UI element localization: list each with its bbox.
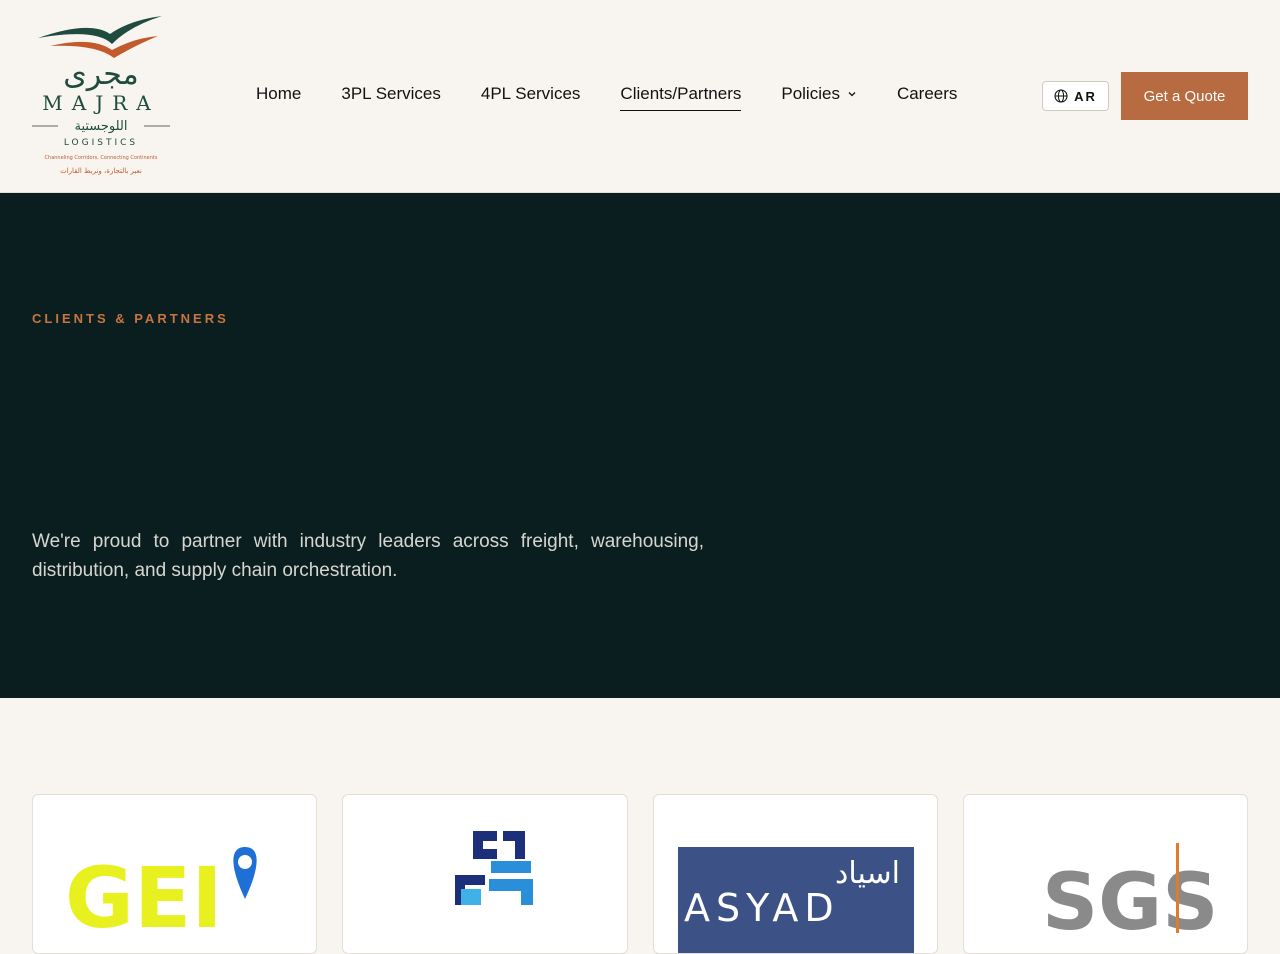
svg-text:مجرى: مجرى <box>63 57 138 92</box>
nav-home[interactable]: Home <box>256 84 301 111</box>
main-nav: Home 3PL Services 4PL Services Clients/P… <box>236 82 977 112</box>
nav-careers[interactable]: Careers <box>897 84 957 111</box>
site-header: مجرى MAJRA اللوجستية LOGISTICS Channelin… <box>0 0 1280 193</box>
partner-card-mhd[interactable] <box>342 794 628 954</box>
nav-4pl-label: 4PL Services <box>480 83 581 103</box>
language-label: AR <box>1074 88 1097 104</box>
gei-logo: GEI <box>65 847 257 947</box>
nav-home-label: Home <box>256 83 302 103</box>
get-quote-label: Get a Quote <box>1143 87 1226 105</box>
hero-section: CLIENTS & PARTNERS We're proud to partne… <box>0 193 1280 698</box>
language-toggle-button[interactable]: AR <box>1042 81 1109 111</box>
hero-eyebrow: CLIENTS & PARTNERS <box>32 311 229 326</box>
mhd-mark-icon <box>455 831 534 905</box>
globe-icon <box>1054 89 1068 103</box>
nav-careers-label: Careers <box>896 83 958 103</box>
nav-3pl-label: 3PL Services <box>341 83 441 103</box>
svg-text:اسياد: اسياد <box>834 856 899 891</box>
svg-text:نعبر بالتجارة، ونربط القارات: نعبر بالتجارة، ونربط القارات <box>60 167 142 175</box>
nav-clients-partners[interactable]: Clients/Partners <box>620 83 742 111</box>
asyad-logo: اسياد ASYAD <box>677 847 914 953</box>
svg-text:SGS: SGS <box>1042 858 1218 948</box>
chevron-down-icon <box>848 91 856 96</box>
location-pin-icon <box>233 847 257 899</box>
partner-card-asyad[interactable]: اسياد ASYAD <box>652 794 938 954</box>
partner-card-sgs[interactable]: SGS <box>962 794 1248 954</box>
nav-policies-label: Policies <box>781 83 840 103</box>
svg-text:ASYAD: ASYAD <box>684 886 840 930</box>
nav-policies[interactable]: Policies <box>781 84 857 111</box>
svg-text:LOGISTICS: LOGISTICS <box>64 138 138 148</box>
svg-text:GEI: GEI <box>65 849 223 947</box>
hero-description: We're proud to partner with industry lea… <box>32 531 704 581</box>
nav-4pl-services[interactable]: 4PL Services <box>481 84 581 111</box>
get-quote-button[interactable]: Get a Quote <box>1121 72 1248 120</box>
svg-text:MAJRA: MAJRA <box>42 91 159 115</box>
svg-text:اللوجستية: اللوجستية <box>74 119 127 134</box>
nav-3pl-services[interactable]: 3PL Services <box>341 84 441 111</box>
partner-card-gei[interactable]: GEI <box>32 794 318 954</box>
majra-logo[interactable]: مجرى MAJRA اللوجستية LOGISTICS Channelin… <box>30 14 172 178</box>
nav-clients-label: Clients/Partners <box>620 83 742 103</box>
partners-grid: GEI اسياد ASYAD SGS <box>32 794 1248 954</box>
svg-text:Channeling Corridors, Connecti: Channeling Corridors, Connecting Contine… <box>45 155 158 161</box>
sgs-logo: SGS <box>1042 843 1218 948</box>
